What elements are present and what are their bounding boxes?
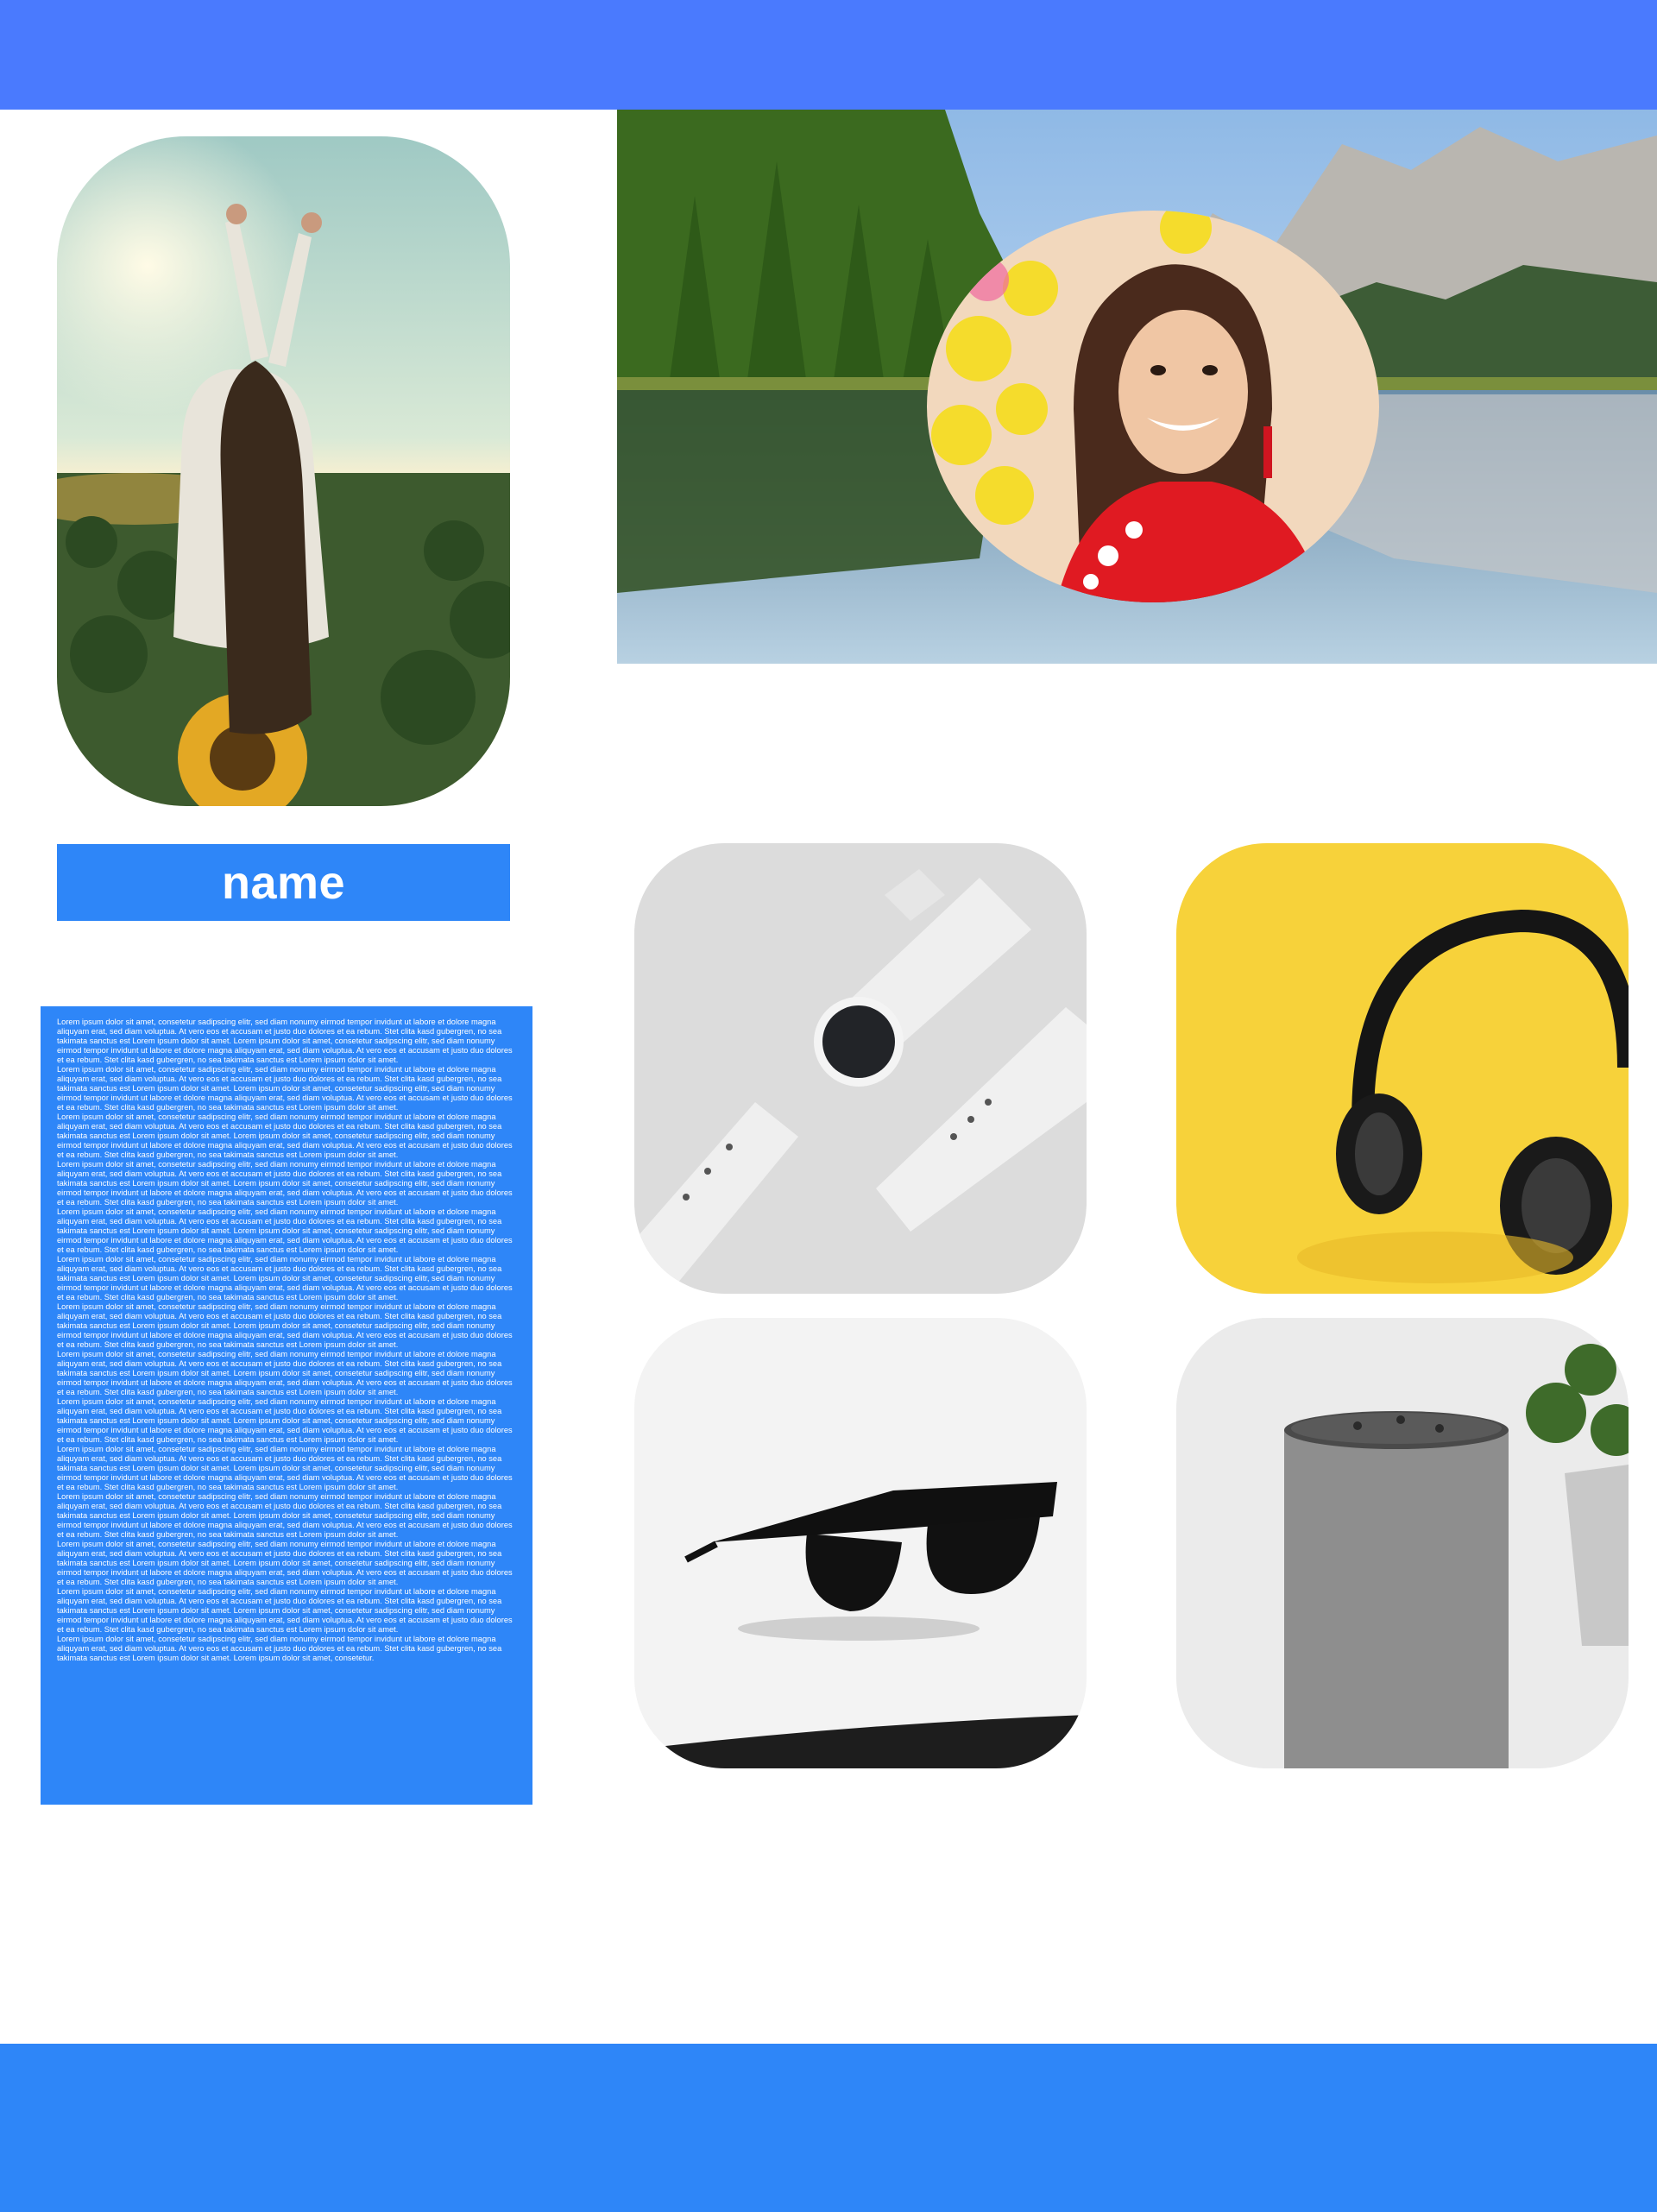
product-smartwatch[interactable]	[634, 843, 1087, 1294]
bio-paragraph: Lorem ipsum dolor sit amet, consetetur s…	[57, 1160, 513, 1207]
bio-paragraph: Lorem ipsum dolor sit amet, consetetur s…	[57, 1635, 502, 1662]
bio-paragraph: Lorem ipsum dolor sit amet, consetetur s…	[57, 1207, 513, 1254]
bio-paragraph: Lorem ipsum dolor sit amet, consetetur s…	[57, 1302, 513, 1349]
smiling-woman-portrait-image	[927, 211, 1379, 602]
bio-paragraph: Lorem ipsum dolor sit amet, consetetur s…	[57, 1397, 513, 1444]
bio-box: Lorem ipsum dolor sit amet, consetetur s…	[41, 1006, 532, 1805]
avatar	[927, 211, 1379, 602]
profile-name: name	[221, 856, 346, 909]
profile-name-box: name	[57, 844, 510, 921]
bio-paragraph: Lorem ipsum dolor sit amet, consetetur s…	[57, 1492, 513, 1539]
page-footer	[0, 2044, 1657, 2212]
headphones-image	[1176, 843, 1629, 1294]
profile-photo	[57, 136, 510, 806]
bio-text-container: Lorem ipsum dolor sit amet, consetetur s…	[57, 1018, 517, 1663]
smart-speaker-image	[1176, 1318, 1629, 1768]
bio-paragraph: Lorem ipsum dolor sit amet, consetetur s…	[57, 1445, 513, 1491]
product-sunglasses[interactable]	[634, 1318, 1087, 1768]
woman-in-sunflower-field-image	[57, 136, 510, 806]
bio-paragraph: Lorem ipsum dolor sit amet, consetetur s…	[57, 1112, 513, 1159]
bio-paragraph: Lorem ipsum dolor sit amet, consetetur s…	[57, 1587, 513, 1634]
bio-paragraph: Lorem ipsum dolor sit amet, consetetur s…	[57, 1065, 513, 1112]
product-smart-speaker[interactable]	[1176, 1318, 1629, 1768]
sunglasses-image	[634, 1318, 1087, 1768]
bio-paragraph: Lorem ipsum dolor sit amet, consetetur s…	[57, 1018, 513, 1064]
product-headphones[interactable]	[1176, 843, 1629, 1294]
smartwatch-image	[634, 843, 1087, 1294]
page-header	[0, 0, 1657, 110]
bio-paragraph: Lorem ipsum dolor sit amet, consetetur s…	[57, 1540, 513, 1586]
bio-paragraph: Lorem ipsum dolor sit amet, consetetur s…	[57, 1350, 513, 1396]
bio-paragraph: Lorem ipsum dolor sit amet, consetetur s…	[57, 1255, 513, 1301]
